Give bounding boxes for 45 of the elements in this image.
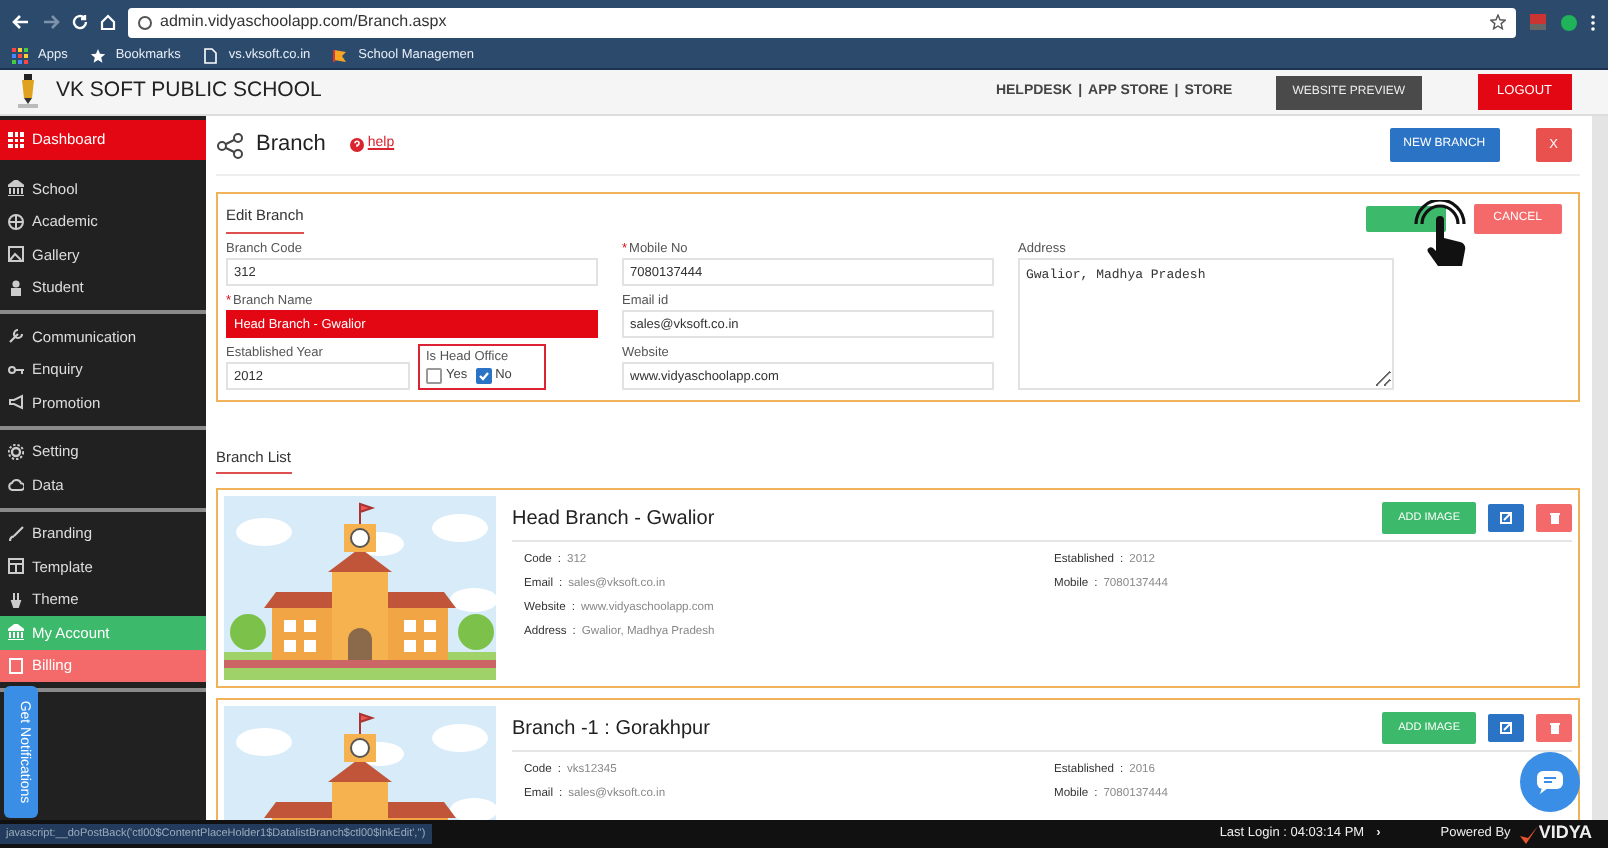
menu-icon[interactable] (1590, 13, 1596, 31)
address-bar[interactable]: admin.vidyaschoolapp.com/Branch.aspx (128, 7, 1516, 37)
star-icon (89, 48, 106, 64)
info-icon (138, 15, 152, 29)
home-icon[interactable] (100, 14, 116, 30)
check-mark-icon (1520, 825, 1539, 843)
megaphone-icon (8, 394, 24, 411)
apps-grid-icon (12, 48, 28, 64)
share-icon (216, 131, 244, 159)
page-title: Branch (256, 130, 326, 161)
reload-icon[interactable] (72, 14, 88, 30)
edit-button[interactable] (1488, 714, 1524, 742)
delete-button[interactable] (1536, 714, 1572, 742)
trash-icon (1549, 722, 1559, 734)
bank-icon (8, 180, 24, 197)
forward-arrow-icon[interactable] (42, 14, 60, 30)
picture-icon (8, 246, 24, 263)
edit-icon (1500, 722, 1512, 734)
bank-icon (8, 624, 24, 641)
gear-icon (8, 443, 24, 460)
back-arrow-icon[interactable] (12, 14, 30, 30)
extension-icon[interactable] (1560, 13, 1578, 31)
cloud-icon (8, 476, 24, 493)
wrench-icon (8, 328, 24, 345)
branch-name: Branch -1 : Gorakhpur (512, 715, 710, 743)
flag-icon (332, 48, 349, 64)
dashboard-grid-icon (8, 132, 24, 148)
person-icon (8, 279, 24, 296)
trash-icon (1549, 512, 1559, 524)
vidya-logo: VIDYA (1520, 820, 1592, 848)
edit-icon (1500, 512, 1512, 524)
key-icon (8, 361, 24, 378)
delete-button[interactable] (1536, 504, 1572, 532)
page-icon (202, 48, 219, 64)
pen-logo-icon (16, 74, 40, 110)
branch-name: Head Branch - Gwalior (512, 505, 715, 533)
edit-button[interactable] (1488, 504, 1524, 532)
check-mark-icon (477, 369, 490, 382)
globe-icon (8, 213, 24, 230)
school-name: VK SOFT PUBLIC SCHOOL (56, 76, 322, 107)
layout-icon (8, 558, 24, 575)
chat-bubble-icon (1536, 770, 1564, 794)
question-icon (349, 138, 364, 152)
url-text: admin.vidyaschoolapp.com/Branch.aspx (160, 10, 447, 34)
star-icon[interactable] (1490, 14, 1506, 30)
